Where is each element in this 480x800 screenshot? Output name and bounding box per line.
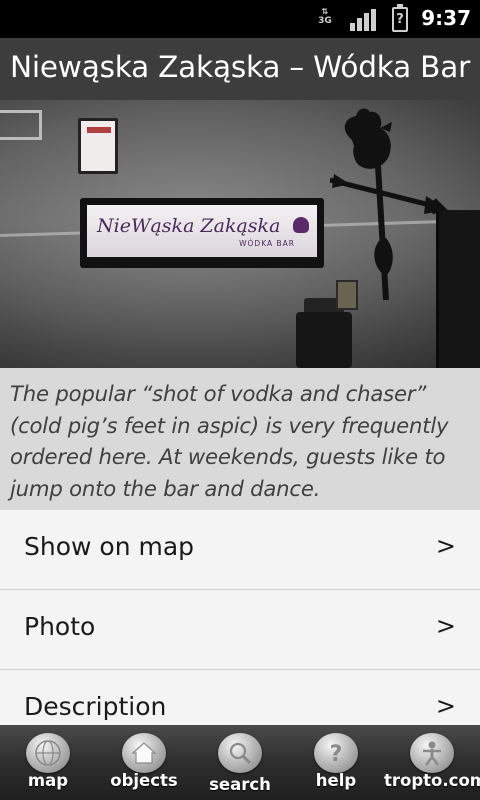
rooster-logo-icon: [293, 217, 309, 233]
menu-item-label: Photo: [24, 612, 96, 641]
status-bar: ⇅ 3G ? 9:37: [0, 0, 480, 38]
place-photo: NieWąska Zakąska WÓDKA BAR: [0, 100, 480, 368]
description-text: The popular “shot of vodka and chaser” (…: [10, 381, 449, 501]
toolbar-label: map: [27, 771, 69, 790]
bar-sign: NieWąska Zakąska WÓDKA BAR: [80, 198, 324, 268]
menu-item-description[interactable]: Description >: [0, 670, 480, 725]
bar-sign-subtext: WÓDKA BAR: [239, 239, 295, 248]
menu-item-photo[interactable]: Photo >: [0, 590, 480, 670]
signal-strength-icon: [350, 9, 376, 31]
toolbar-label: tropto.com: [384, 771, 480, 790]
person-icon: [410, 733, 454, 773]
chevron-right-icon: >: [435, 692, 456, 720]
svg-text:?: ?: [330, 742, 343, 767]
globe-icon: [26, 733, 70, 773]
toolbar-label: help: [315, 771, 357, 790]
detail-menu: Show on map > Photo > Description >: [0, 510, 480, 725]
menu-item-show-on-map[interactable]: Show on map >: [0, 510, 480, 590]
description-panel: The popular “shot of vodka and chaser” (…: [0, 368, 480, 510]
wall-box: [296, 312, 352, 368]
menu-item-label: Show on map: [24, 532, 195, 561]
chevron-right-icon: >: [435, 532, 456, 560]
network-3g-icon: ⇅ 3G: [316, 8, 334, 32]
chevron-right-icon: >: [435, 612, 456, 640]
battery-unknown-icon: ?: [392, 4, 408, 32]
wall-lamp: [78, 118, 118, 174]
status-clock: 9:37: [421, 6, 471, 30]
toolbar-tropto-button[interactable]: tropto.com: [384, 725, 480, 800]
page-title: Niewąska Zakąska – Wódka Bar: [9, 50, 471, 84]
title-bar: Niewąska Zakąska – Wódka Bar: [0, 38, 480, 100]
menu-item-label: Description: [24, 692, 167, 721]
bar-sign-name: NieWąska Zakąska: [97, 215, 281, 237]
toolbar-label: objects: [110, 771, 178, 790]
toolbar-objects-button[interactable]: objects: [96, 725, 192, 800]
question-icon: ?: [314, 733, 358, 773]
toolbar-search-button[interactable]: search: [192, 725, 288, 800]
network-type-label: 3G: [318, 16, 332, 26]
wall-bracket: [0, 110, 42, 140]
magnifier-icon: [218, 733, 262, 773]
rooster-weathervane-icon: [330, 108, 450, 300]
toolbar-help-button[interactable]: ? help: [288, 725, 384, 800]
bottom-toolbar: map objects search ? help tropto.com: [0, 725, 480, 800]
toolbar-label: search: [209, 775, 271, 794]
toolbar-map-button[interactable]: map: [0, 725, 96, 800]
house-icon: [122, 733, 166, 773]
